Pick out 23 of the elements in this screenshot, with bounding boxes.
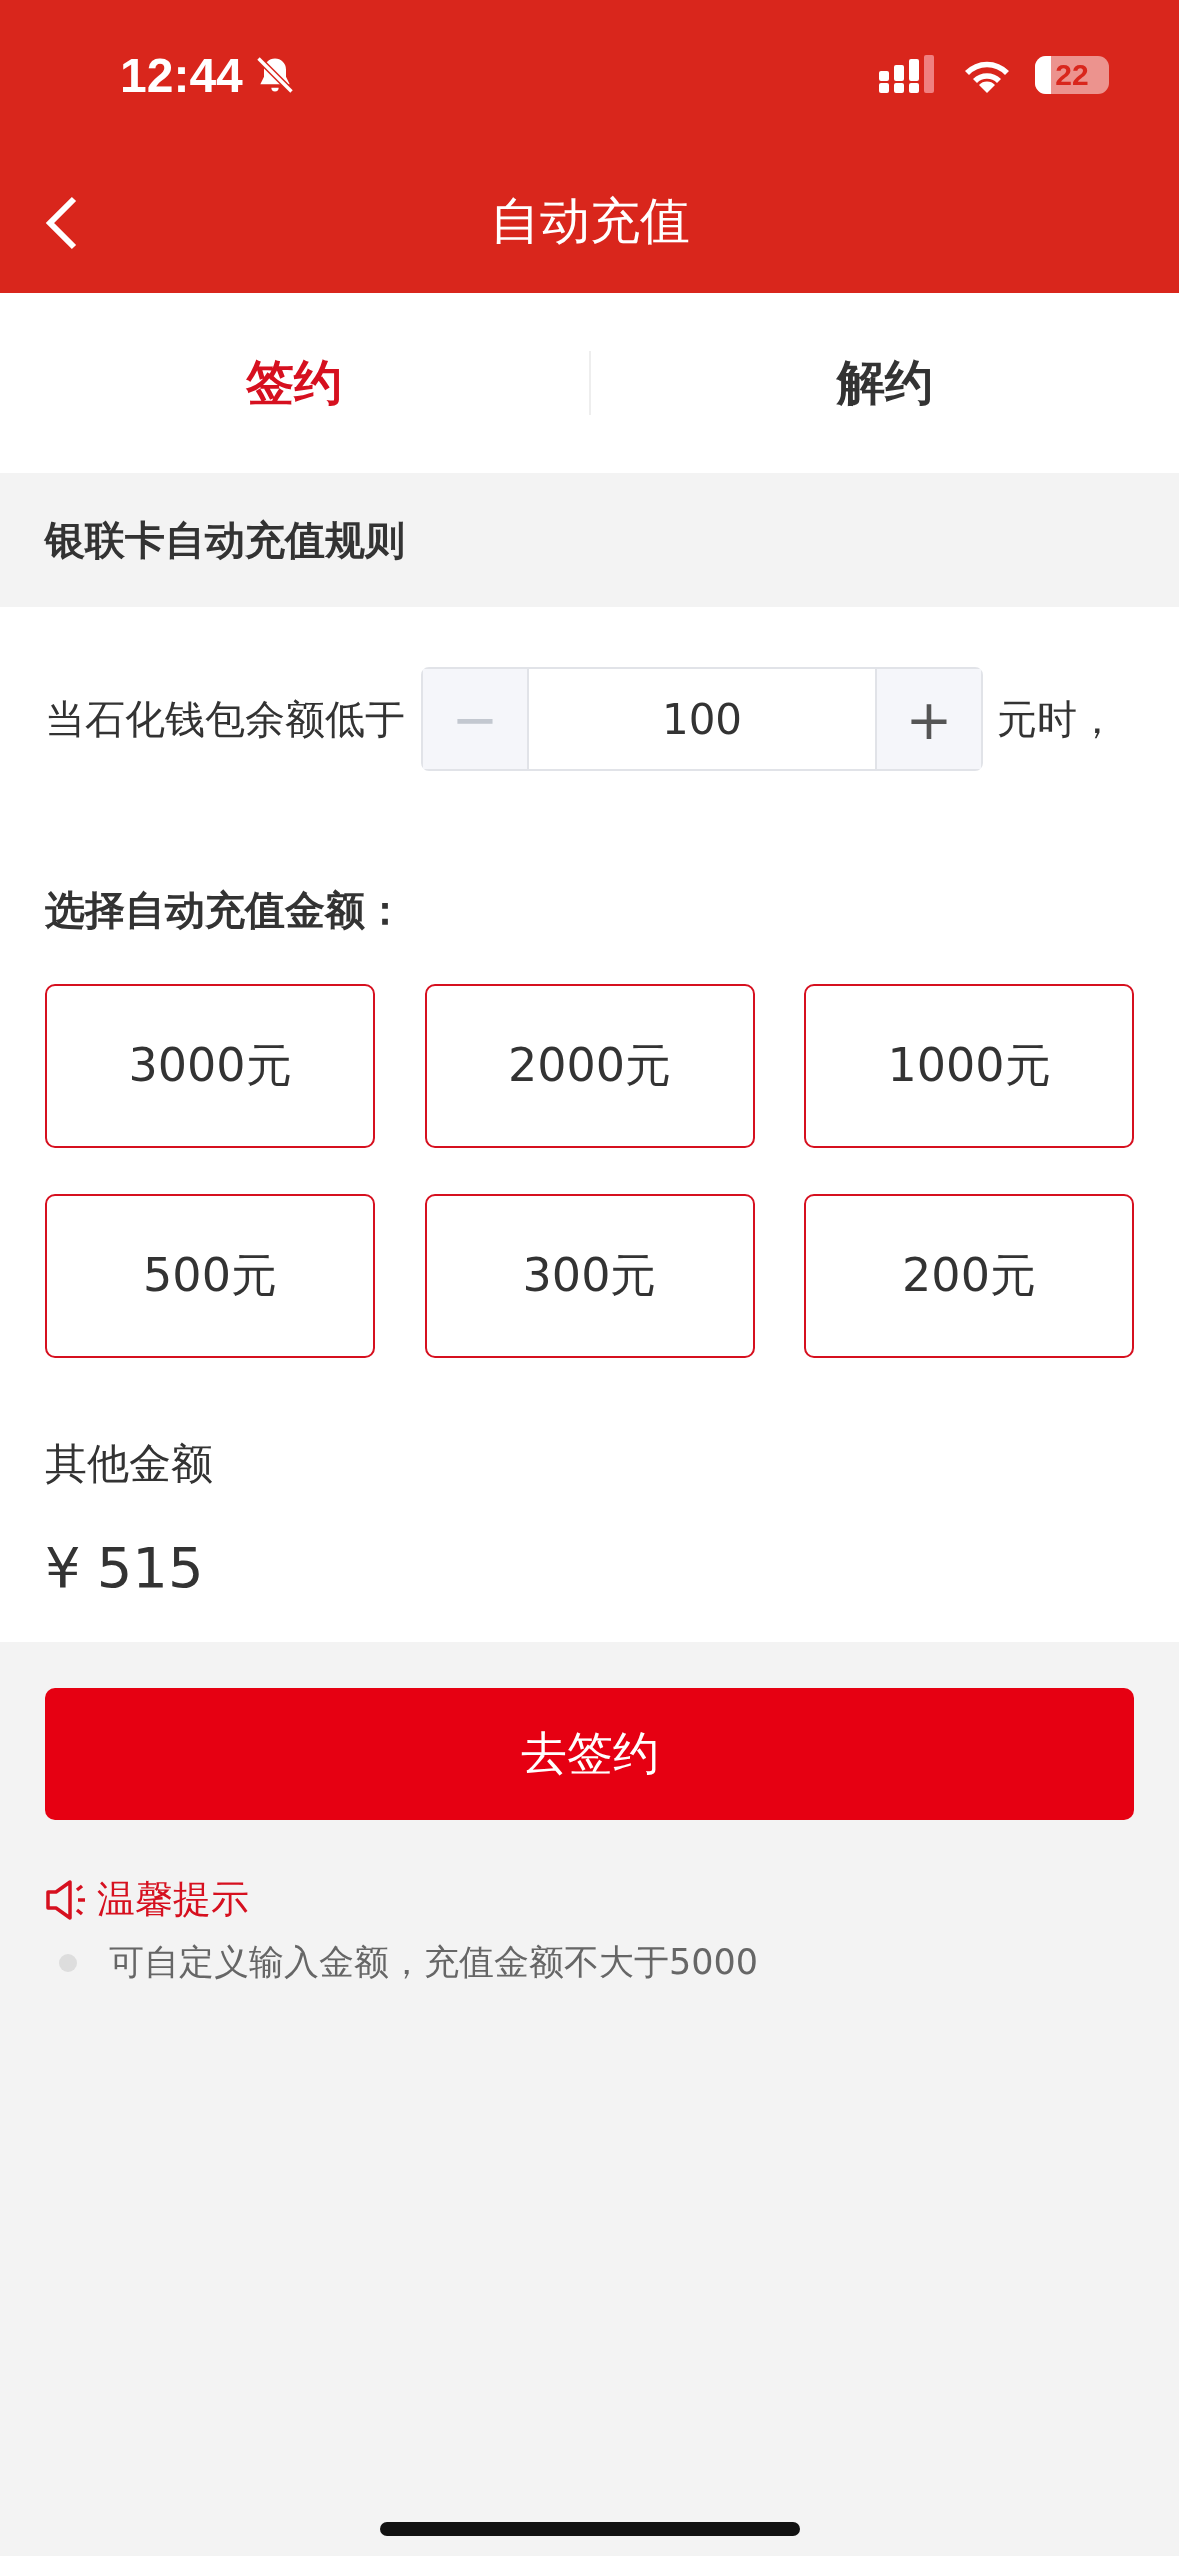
battery-icon: 22 [1035,56,1109,94]
amount-option[interactable]: 1000元 [804,984,1134,1148]
tab[interactable]: 签约 [0,350,589,416]
amount-option[interactable]: 3000元 [45,984,375,1148]
tips-title: 温馨提示 [97,1876,249,1923]
tab[interactable]: 解约 [590,350,1179,416]
plus-button[interactable]: + [877,669,981,769]
amount-stepper[interactable]: − 100 + [421,667,983,771]
amount-option[interactable]: 300元 [424,1194,755,1358]
tip-text: 可自定义输入金额，充值金额不大于5000 [109,1941,759,1984]
other-amount-label: 其他金额 [45,1438,214,1490]
amount-option[interactable]: 2000元 [424,984,755,1148]
rule-suffix: 元时， [997,694,1117,744]
section-title: 银联卡自动充值规则 [43,515,406,565]
status-time: 12:44 [120,47,243,103]
amount-option[interactable]: 500元 [45,1194,375,1358]
rule-text: 当石化钱包余额低于 [45,694,405,744]
back-icon[interactable] [44,196,78,250]
amount-label: 选择自动充值金额： [45,886,406,935]
sign-button[interactable]: 去签约 [45,1688,1134,1820]
page-title: 自动充值 [489,191,690,252]
amount-option[interactable]: 200元 [804,1194,1134,1358]
other-amount-field[interactable]: ¥ 515 [45,1532,1134,1602]
